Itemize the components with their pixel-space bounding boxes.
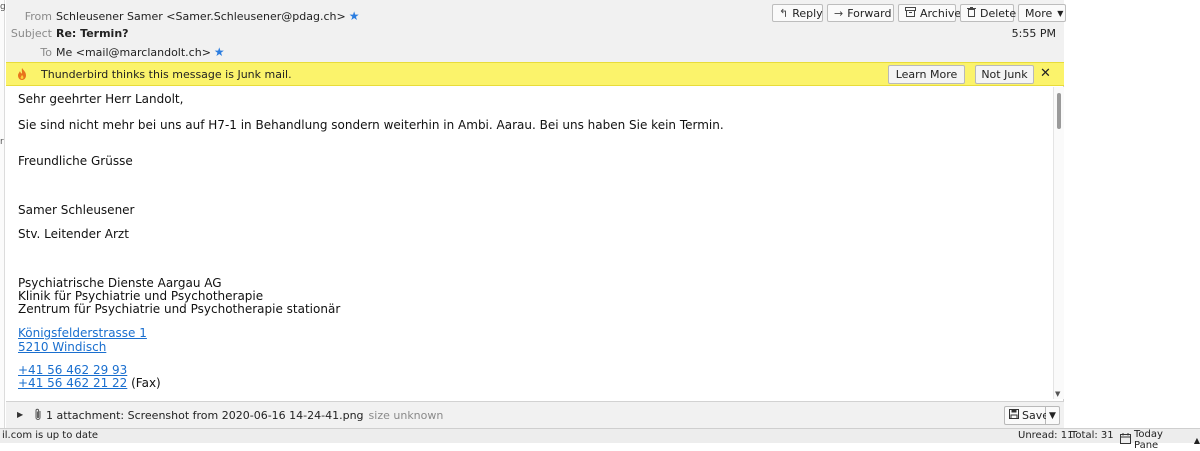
from-row: From Schleusener Samer <Samer.Schleusene… <box>6 7 360 25</box>
chevron-down-icon: ▼ <box>1057 8 1064 18</box>
address-city-link[interactable]: 5210 Windisch <box>18 340 106 354</box>
attachment-name: 1 attachment: Screenshot from 2020-06-16… <box>46 409 364 422</box>
expand-triangle-icon[interactable]: ▶ <box>17 410 23 419</box>
chevron-up-icon: ▲ <box>1193 435 1200 445</box>
reply-button[interactable]: ↰ Reply <box>772 4 823 22</box>
star-icon[interactable]: ★ <box>349 10 360 22</box>
today-pane-toggle[interactable]: Today Pane ▲ <box>1120 429 1200 451</box>
subject-row: Subject Re: Termin? <box>6 24 129 42</box>
more-label: More <box>1025 6 1053 20</box>
folder-pane-edge: g r <box>0 0 6 428</box>
phone-link[interactable]: +41 56 462 29 93 <box>18 363 127 377</box>
today-pane-label: Today Pane <box>1134 429 1163 451</box>
forward-button[interactable]: → Forward <box>827 4 894 22</box>
reply-label: Reply <box>792 6 823 20</box>
message-body: Sehr geehrter Herr Landolt, Sie sind nic… <box>6 87 1053 399</box>
archive-label: Archive <box>920 6 962 20</box>
close-icon[interactable]: ✕ <box>1040 66 1051 81</box>
total-count: Total: 31 <box>1071 430 1114 441</box>
archive-button[interactable]: Archive <box>898 4 961 22</box>
delete-icon <box>967 6 976 20</box>
status-message: il.com is up to date <box>2 430 99 441</box>
to-label: To <box>40 45 52 59</box>
reply-icon: ↰ <box>779 6 789 20</box>
message-time: 5:55 PM <box>1011 27 1056 40</box>
attachment-size: size unknown <box>368 409 444 422</box>
delete-label: Delete <box>980 6 1017 20</box>
save-label: Save <box>1022 409 1050 422</box>
header-toolbar: ↰ Reply → Forward Archive Delete More ▼ <box>772 4 1066 22</box>
learn-more-button[interactable]: Learn More <box>888 65 965 84</box>
signature-name: Samer Schleusener <box>18 203 135 217</box>
delete-button[interactable]: Delete <box>960 4 1017 22</box>
calendar-icon <box>1120 433 1131 447</box>
right-empty-area <box>1065 0 1200 428</box>
greeting-line: Sehr geehrter Herr Landolt, <box>18 92 184 106</box>
fax-link[interactable]: +41 56 462 21 22 <box>18 376 127 390</box>
folder-pane-fragment: r <box>0 137 4 147</box>
from-label: From <box>24 9 52 23</box>
scrollbar-thumb[interactable] <box>1057 93 1061 129</box>
message-scrollbar[interactable]: ▼ <box>1053 87 1064 399</box>
attachment-bar: ▶ 1 attachment: Screenshot from 2020-06-… <box>6 401 1064 428</box>
status-bar: il.com is up to date Unread: 11 Total: 3… <box>0 428 1200 451</box>
save-dropdown[interactable]: ▼ <box>1046 406 1060 425</box>
more-button[interactable]: More ▼ <box>1018 4 1066 22</box>
junk-message: Thunderbird thinks this message is Junk … <box>41 68 292 81</box>
from-value[interactable]: Schleusener Samer <Samer.Schleusener@pda… <box>56 10 346 23</box>
body-paragraph: Sie sind nicht mehr bei uns auf H7-1 in … <box>18 118 724 132</box>
star-icon[interactable]: ★ <box>214 46 225 58</box>
not-junk-button[interactable]: Not Junk <box>975 65 1034 84</box>
message-pane: From Schleusener Samer <Samer.Schleusene… <box>6 0 1066 428</box>
paperclip-icon <box>34 408 42 424</box>
signature-org: Psychiatrische Dienste Aargau AG <box>18 276 222 290</box>
address-street-link[interactable]: Königsfelderstrasse 1 <box>18 326 147 340</box>
signature-org: Zentrum für Psychiatrie und Psychotherap… <box>18 302 341 316</box>
fax-label: (Fax) <box>127 376 161 390</box>
forward-icon: → <box>834 6 844 20</box>
to-value[interactable]: Me <mail@marclandolt.ch> <box>56 46 211 59</box>
signature-title: Stv. Leitender Arzt <box>18 227 129 241</box>
fax-line: +41 56 462 21 22 (Fax) <box>18 376 161 390</box>
flame-icon <box>15 67 29 81</box>
scroll-down-icon[interactable]: ▼ <box>1055 390 1060 398</box>
save-button[interactable]: Save <box>1004 406 1050 425</box>
signature-org: Klinik für Psychiatrie und Psychotherapi… <box>18 289 264 303</box>
unread-count: Unread: 11 <box>1018 430 1074 441</box>
attachment-summary[interactable]: 1 attachment: Screenshot from 2020-06-16… <box>46 409 443 422</box>
message-header: From Schleusener Samer <Samer.Schleusene… <box>6 0 1066 62</box>
subject-label: Subject <box>10 26 52 40</box>
to-row: To Me <mail@marclandolt.ch> ★ <box>6 43 225 61</box>
subject-value: Re: Termin? <box>56 26 129 40</box>
save-icon <box>1009 409 1019 422</box>
closing-line: Freundliche Grüsse <box>18 154 133 168</box>
folder-pane-fragment: g <box>0 2 6 12</box>
chevron-down-icon: ▼ <box>1049 410 1056 421</box>
junk-notification-bar: Thunderbird thinks this message is Junk … <box>6 62 1064 86</box>
forward-label: Forward <box>847 6 892 20</box>
archive-icon <box>905 6 916 20</box>
